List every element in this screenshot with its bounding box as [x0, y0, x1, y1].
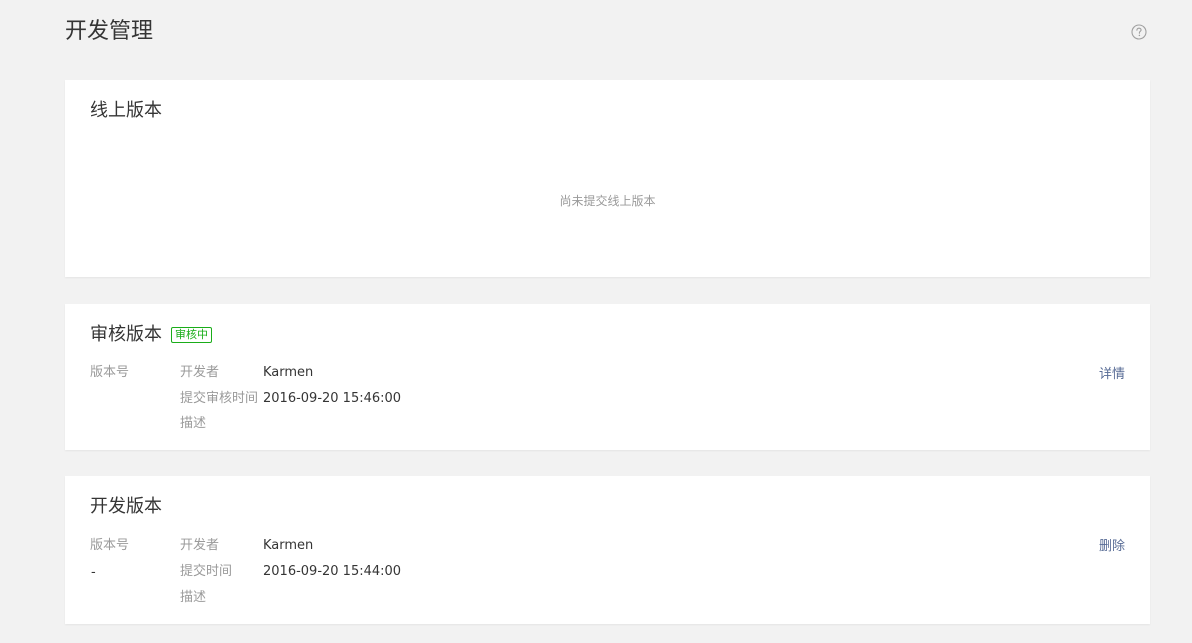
page-title: 开发管理 [65, 19, 154, 44]
status-badge: 审核中 [171, 327, 212, 343]
submit-time-value: 2016-09-20 15:44:00 [263, 564, 402, 579]
details-link[interactable]: 详情 [1099, 366, 1125, 384]
submit-review-time-value: 2016-09-20 15:46:00 [263, 391, 402, 406]
online-version-title: 线上版本 [90, 100, 162, 121]
submit-time-label: 提交时间 [180, 564, 233, 579]
delete-link[interactable]: 删除 [1099, 538, 1125, 556]
description-label: 描述 [180, 416, 207, 431]
developer-label: 开发者 [180, 538, 220, 553]
dev-version-card: 开发版本 版本号 - 开发者 Karmen 提交时间 2016-09-20 15… [65, 476, 1150, 624]
question-circle-icon-svg [1131, 24, 1147, 40]
review-version-title: 审核版本 [90, 324, 162, 345]
submit-review-time-label: 提交审核时间 [180, 391, 259, 406]
online-version-card: 线上版本 尚未提交线上版本 [65, 80, 1150, 277]
description-label: 描述 [180, 590, 207, 605]
version-number-value: - [91, 565, 96, 580]
version-number-label: 版本号 [90, 365, 130, 380]
version-number-label: 版本号 [90, 538, 130, 553]
developer-value: Karmen [263, 538, 314, 553]
dev-version-title: 开发版本 [90, 496, 162, 517]
review-version-card: 审核版本 审核中 版本号 开发者 Karmen 提交审核时间 2016-09-2… [65, 304, 1150, 450]
developer-value: Karmen [263, 365, 314, 380]
developer-label: 开发者 [180, 365, 220, 380]
empty-online-version-message: 尚未提交线上版本 [559, 194, 656, 208]
question-circle-icon[interactable] [1131, 24, 1147, 40]
